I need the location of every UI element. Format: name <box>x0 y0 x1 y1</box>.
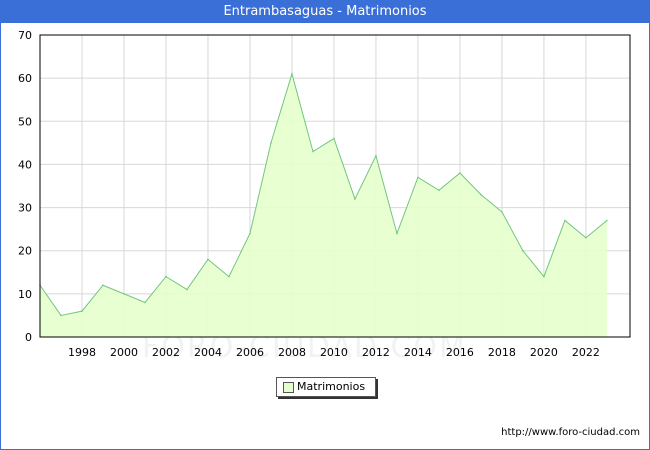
x-tick-label: 2008 <box>278 346 306 359</box>
data-point <box>543 275 545 278</box>
x-tick-label: 2002 <box>152 346 180 359</box>
data-point <box>60 314 62 317</box>
data-point <box>417 176 419 179</box>
x-tick-label: 2018 <box>488 346 516 359</box>
data-point <box>123 293 125 295</box>
legend-swatch <box>283 382 294 393</box>
legend-label: Matrimonios <box>297 380 366 393</box>
data-point <box>186 288 188 291</box>
data-point <box>270 142 272 144</box>
y-tick-label: 0 <box>25 331 32 344</box>
x-tick-label: 2010 <box>320 346 348 359</box>
data-point <box>102 284 104 287</box>
x-tick-label: 2016 <box>446 346 474 359</box>
y-tick-label: 50 <box>18 115 32 128</box>
y-tick-label: 10 <box>18 288 32 301</box>
y-tick-label: 30 <box>18 202 32 215</box>
data-point <box>438 189 440 192</box>
data-point <box>606 219 608 222</box>
data-point <box>333 137 335 140</box>
data-point <box>81 310 83 312</box>
data-point <box>522 249 524 252</box>
y-tick-label: 40 <box>18 158 32 171</box>
x-tick-label: 2004 <box>194 346 222 359</box>
data-point <box>144 301 146 304</box>
data-point <box>480 193 482 196</box>
x-tick-label: 2014 <box>404 346 432 359</box>
data-point <box>585 236 587 239</box>
data-point <box>501 211 503 213</box>
y-tick-label: 20 <box>18 245 32 258</box>
data-point <box>375 155 377 157</box>
data-point <box>354 198 356 200</box>
data-point <box>396 232 398 235</box>
y-tick-label: 60 <box>18 72 32 85</box>
x-tick-label: 2000 <box>110 346 138 359</box>
x-tick-label: 2020 <box>530 346 558 359</box>
data-point <box>165 275 167 278</box>
x-tick-label: 2006 <box>236 346 264 359</box>
legend: Matrimonios <box>276 377 376 397</box>
x-tick-label: 2022 <box>572 346 600 359</box>
data-point <box>207 258 209 261</box>
source-url: http://www.foro-ciudad.com <box>501 427 640 438</box>
data-point <box>291 73 293 75</box>
x-tick-label: 2012 <box>362 346 390 359</box>
y-tick-label: 70 <box>18 29 32 42</box>
data-point <box>564 219 566 222</box>
data-point <box>249 232 251 235</box>
data-point <box>459 172 461 174</box>
data-point <box>228 275 230 278</box>
x-tick-label: 1998 <box>68 346 96 359</box>
data-point <box>312 150 314 153</box>
